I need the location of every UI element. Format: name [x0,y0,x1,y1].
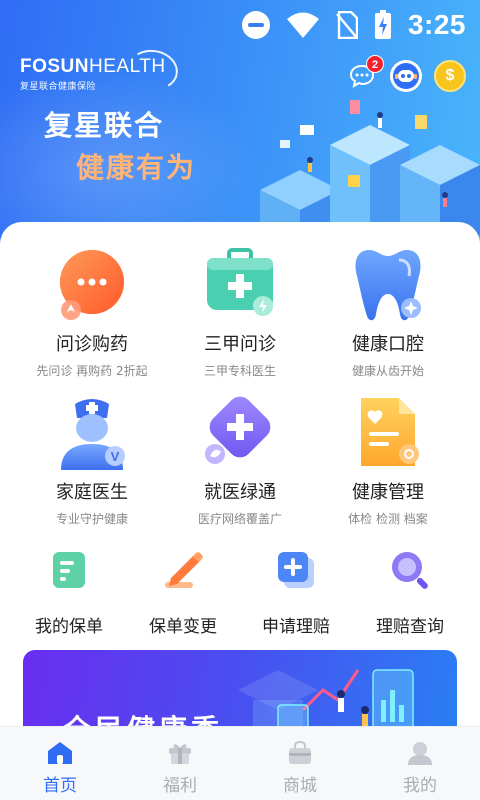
no-sim-icon [336,11,358,39]
home-icon [48,742,72,764]
quick-action-label: 理赔查询 [376,617,444,637]
medical-cross-diamond-icon [205,396,271,464]
status-bar: 3:25 [0,0,480,50]
bottom-tab-bar: 首页 福利 商城 我的 [0,726,480,800]
battery-charging-icon [374,10,391,39]
service-subtitle: 专业守护健康 [55,512,128,526]
tab-label: 商城 [283,776,317,796]
assistant-button[interactable] [390,60,422,92]
service-title: 就医绿通 [204,482,276,503]
brand-subtitle: 复星联合健康保险 [20,82,97,92]
shopping-bag-icon [289,740,311,764]
message-button[interactable]: 2 [346,55,384,92]
tab-label: 首页 [43,776,77,796]
medical-kit-icon [207,248,273,316]
tab-label: 福利 [163,776,197,796]
apply-claim-action[interactable]: 申请理赔 [236,548,356,637]
tab-home[interactable]: 首页 [0,727,120,800]
service-subtitle: 健康从齿开始 [351,364,424,378]
message-count-badge: 2 [366,55,384,73]
hero-slogan-secondary: 健康有为 [76,151,197,184]
service-green-channel[interactable]: 就医绿通 医疗网络覆盖广 [160,394,320,527]
quick-action-label: 我的保单 [35,617,103,637]
do-not-disturb-icon [241,11,270,39]
service-family-doctor[interactable]: V 家庭医生 专业守护健康 [12,394,172,527]
robot-assistant-icon [393,63,419,89]
brand-logo: FOSUNHEALTH 复星联合健康保险 [20,45,182,95]
tooth-icon [355,250,421,321]
quick-action-label: 申请理赔 [262,617,330,637]
edit-pencil-icon [165,552,203,588]
tab-benefits[interactable]: 福利 [120,727,240,800]
svg-text:V: V [111,449,120,464]
service-title: 问诊购药 [56,334,128,355]
add-square-icon [278,552,314,588]
coin-icon: $ [445,67,455,84]
magnifier-icon [392,552,428,589]
wifi-icon [286,12,319,38]
clock-time: 3:25 [407,9,466,40]
quick-action-label: 保单变更 [149,617,217,637]
service-consult-medicine[interactable]: 问诊购药 先问诊 再购药 2折起 [12,246,172,379]
user-icon [408,742,432,765]
hero-header: 3:25 FOSUNHEALTH 复星联合健康保险 2 $ 复星联合 健康有为 [0,0,480,250]
service-title: 健康口腔 [352,334,424,355]
doctor-icon: V [61,399,125,470]
claim-inquiry-action[interactable]: 理赔查询 [350,548,470,637]
health-record-icon [361,398,419,466]
gift-icon [169,744,191,764]
service-subtitle: 三甲专科医生 [203,364,276,378]
service-subtitle: 先问诊 再购药 2折起 [36,364,148,378]
service-top-hospital-consult[interactable]: 三甲问诊 三甲专科医生 [160,246,320,379]
policy-change-action[interactable]: 保单变更 [123,548,243,637]
service-title: 健康管理 [352,482,424,503]
service-subtitle: 医疗网络覆盖广 [197,512,282,526]
service-subtitle: 体检 检测 档案 [348,512,428,526]
hero-slogan-primary: 复星联合 [44,109,165,142]
service-title: 家庭医生 [56,482,128,503]
tab-mall[interactable]: 商城 [240,727,360,800]
tab-profile[interactable]: 我的 [360,727,480,800]
service-title: 三甲问诊 [204,334,276,355]
my-policy-action[interactable]: 我的保单 [9,548,129,637]
policy-document-icon [53,552,85,588]
service-dental-health[interactable]: 健康口腔 健康从齿开始 [308,246,468,379]
tab-label: 我的 [403,776,437,796]
service-health-management[interactable]: 健康管理 体检 检测 档案 [308,394,468,527]
coin-button[interactable]: $ [434,60,466,92]
chat-dots-icon [60,250,124,320]
